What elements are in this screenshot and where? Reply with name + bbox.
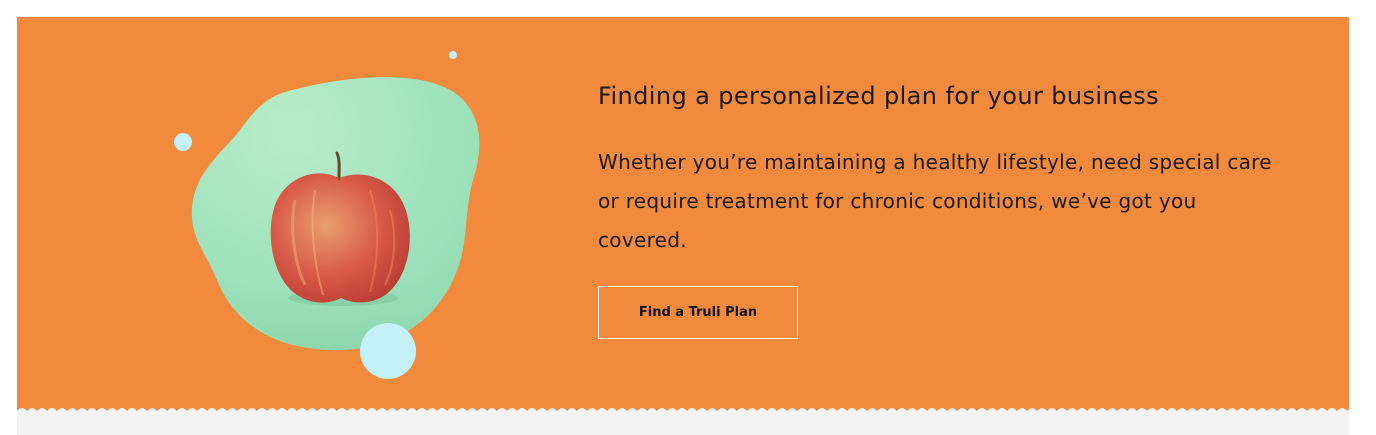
footer-strip — [17, 411, 1349, 435]
large-bubble-bottom — [360, 323, 416, 379]
page: Finding a personalized plan for your bus… — [0, 0, 1376, 435]
small-bubble-top — [449, 51, 457, 59]
small-bubble-left — [174, 133, 192, 151]
promo-description: Whether you’re maintaining a healthy lif… — [598, 150, 1272, 252]
apple-illustration — [174, 51, 480, 379]
promo-heading: Finding a personalized plan for your bus… — [598, 82, 1160, 110]
find-plan-button[interactable]: Find a Truli Plan — [598, 286, 798, 339]
